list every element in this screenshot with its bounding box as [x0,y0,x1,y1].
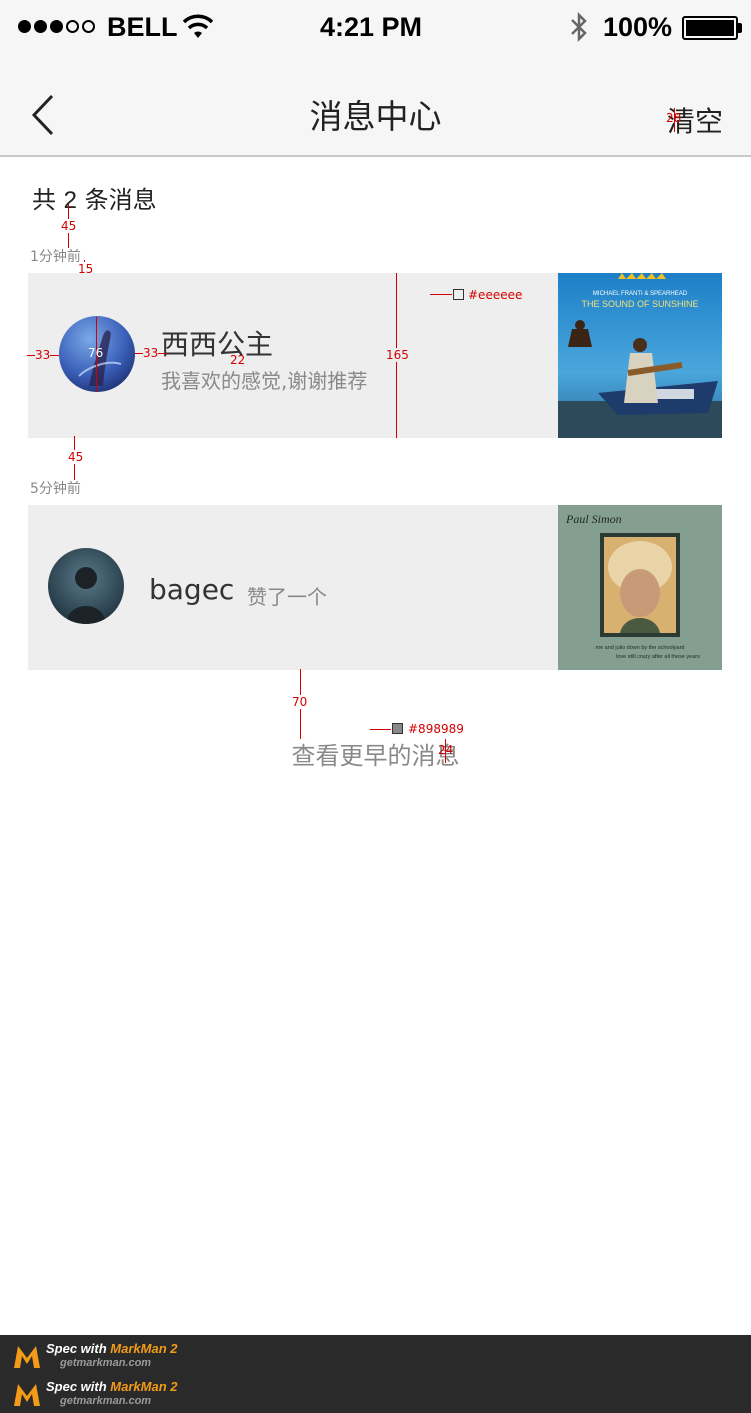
markman-logo-icon [14,1346,40,1368]
markman-badge: Spec with MarkMan 2 getmarkman.com [12,1377,178,1411]
footer-prefix: Spec with [46,1379,111,1394]
color-swatch [453,289,464,300]
message-card[interactable]: bagec 赞了一个 Paul Simon me and julio down … [28,505,722,670]
load-more-link[interactable]: 查看更早的消息 [0,736,751,771]
annotation-label: 28 [666,111,682,125]
battery-tip [738,23,742,33]
markman-logo-icon [14,1384,40,1406]
footer-brand: MarkMan 2 [110,1341,178,1356]
message-count: 共 2 条消息 [32,180,157,215]
annotation-label: 24 [438,743,454,757]
annotation-line [370,729,391,730]
album-title: THE SOUND OF SUNSHINE [581,299,698,309]
sender-name: bagec [149,573,235,606]
annotation-label: 45 [61,219,77,233]
signal-strength-icon [18,20,95,33]
sender-name: 西西公主 [161,328,274,361]
annotation-label: 33 [143,346,159,360]
album-artist: MICHAEL FRANTI & SPEARHEAD [593,291,688,297]
wifi-icon [183,14,213,38]
annotation-label: 22 [230,353,246,367]
page-title: 消息中心 [309,97,442,136]
count-number: 2 [63,187,77,214]
annotation-label: 165 [386,348,409,362]
markman-badge: Spec with MarkMan 2 getmarkman.com [12,1339,178,1373]
message-time: 5分钟前 [30,481,81,497]
annotation-label: 33 [35,348,51,362]
album-line: love still crazy after all these years [616,654,700,660]
annotation-label: 45 [68,450,84,464]
footer-brand: MarkMan 2 [110,1379,178,1394]
carrier-name: BELL [107,12,178,42]
album-line: me and julio down by the schoolyard [596,645,685,651]
message-text: 赞了一个 [247,585,327,609]
message-text: 我喜欢的感觉,谢谢推荐 [161,369,368,393]
message-card[interactable]: 西西公主 我喜欢的感觉,谢谢推荐 MICHAEL FRANTI & SPEARH… [28,273,722,438]
annotation-label: 70 [292,695,308,709]
footer-url: getmarkman.com [60,1357,152,1369]
annotation-label: 76 [88,346,104,360]
count-prefix: 共 [32,186,64,214]
status-bar: BELL 4:21 PM 100% [0,0,751,56]
top-bar: BELL 4:21 PM 100% 消息中心 清空 [0,0,751,157]
battery-percent: 100% [603,12,673,42]
markman-footer: Spec with MarkMan 2 getmarkman.com Spec … [0,1335,751,1413]
footer-prefix: Spec with [46,1341,111,1356]
album-title: Paul Simon [565,512,622,526]
status-time: 4:21 PM [320,12,423,42]
album-thumbnail[interactable]: MICHAEL FRANTI & SPEARHEAD THE SOUND OF … [558,273,722,438]
message-time: 1分钟前 [30,249,81,265]
annotation-line [430,294,452,295]
color-swatch [392,723,403,734]
avatar[interactable] [48,548,124,624]
annotation-label: #eeeeee [468,288,523,302]
annotation-label: #898989 [408,722,464,736]
footer-url: getmarkman.com [60,1395,152,1407]
battery-icon [682,16,738,40]
album-thumbnail[interactable]: Paul Simon me and julio down by the scho… [558,505,722,670]
bluetooth-icon [571,12,587,42]
count-suffix: 条消息 [77,186,157,214]
